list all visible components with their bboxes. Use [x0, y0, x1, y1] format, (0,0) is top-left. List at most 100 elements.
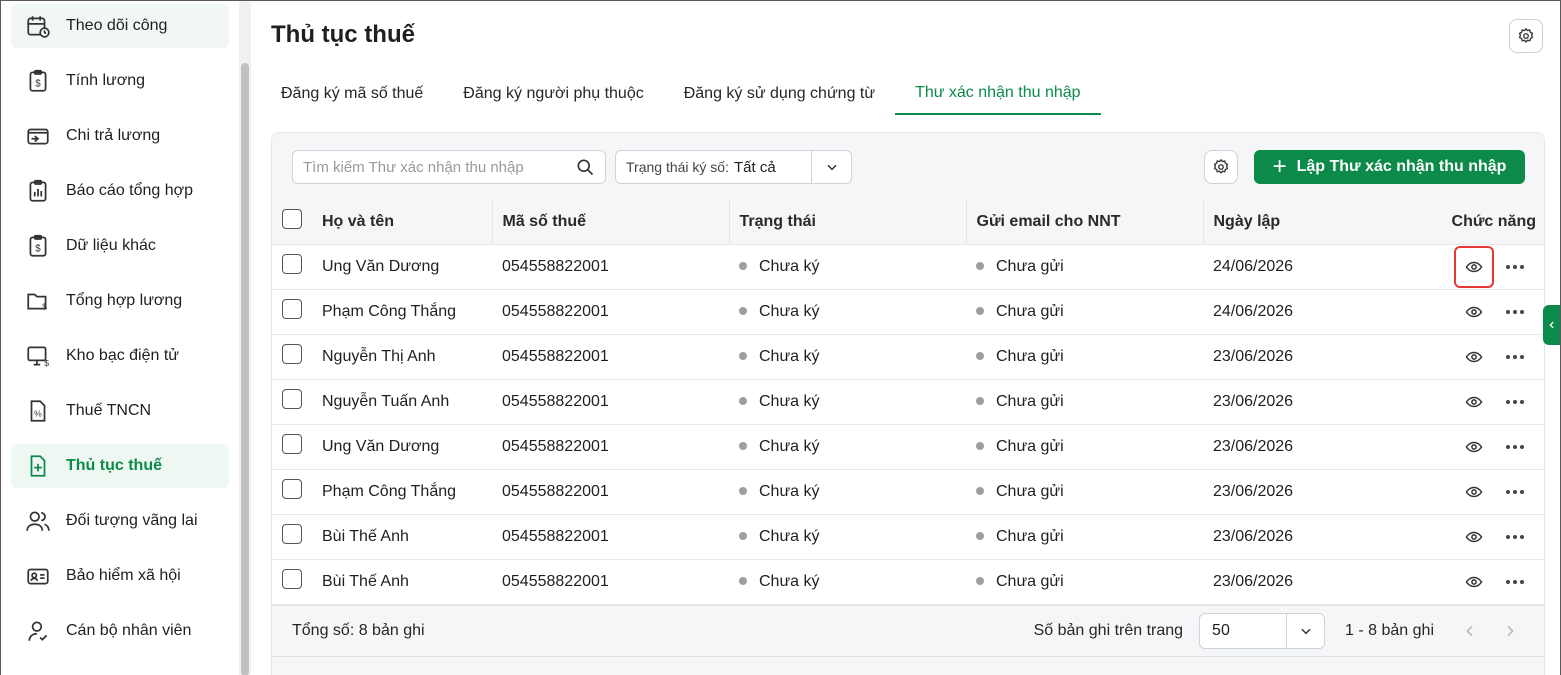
- more-options-button[interactable]: [1500, 342, 1530, 372]
- page-size-dropdown-button[interactable]: [1286, 614, 1324, 648]
- select-all-checkbox[interactable]: [282, 209, 302, 230]
- employee-icon: [25, 618, 51, 644]
- more-options-button[interactable]: [1500, 477, 1530, 507]
- salary-folder-icon: $: [25, 288, 51, 314]
- sidebar-item-chi-tra-luong[interactable]: Chi trả lương: [11, 114, 229, 158]
- row-checkbox[interactable]: [282, 524, 302, 544]
- page-size-select[interactable]: 50: [1199, 613, 1326, 649]
- sidebar-item-tinh-luong[interactable]: $ Tính lương: [11, 59, 229, 103]
- sidebar-item-kho-bac-dien-tu[interactable]: $ Kho bạc điện tử: [11, 334, 229, 378]
- cell-status: Chưa ký: [729, 334, 966, 380]
- status-dot: [976, 352, 984, 361]
- svg-text:$: $: [42, 302, 47, 312]
- status-dot: [976, 307, 984, 316]
- view-button[interactable]: [1454, 336, 1494, 378]
- header-date[interactable]: Ngày lập: [1202, 200, 1433, 245]
- cell-name: Nguyễn Thị Anh: [312, 334, 492, 380]
- search-box[interactable]: [292, 150, 606, 184]
- page-settings-button[interactable]: [1509, 19, 1543, 53]
- row-checkbox[interactable]: [282, 254, 302, 274]
- header-email[interactable]: Gửi email cho NNT: [965, 200, 1203, 245]
- sidebar-item-label: Bảo hiểm xã hội: [66, 567, 181, 584]
- row-checkbox[interactable]: [282, 479, 302, 499]
- prev-page-button[interactable]: [1456, 617, 1484, 645]
- status-dot: [739, 307, 747, 316]
- eye-icon: [1465, 351, 1483, 362]
- cell-tax-code: 054558822001: [492, 379, 729, 425]
- row-checkbox-cell: [272, 469, 312, 515]
- tab-dang-ky-su-dung-chung-tu[interactable]: Đăng ký sử dụng chứng từ: [664, 73, 895, 115]
- sidebar-item-bao-hiem-xa-hoi[interactable]: Bảo hiểm xã hội: [11, 554, 229, 598]
- tax-procedure-icon: [25, 453, 51, 479]
- sidebar-item-du-lieu-khac[interactable]: $ Dữ liệu khác: [11, 224, 229, 268]
- cell-email: Chưa gửi: [966, 289, 1203, 335]
- row-checkbox[interactable]: [282, 434, 302, 454]
- view-button[interactable]: [1454, 516, 1494, 558]
- row-checkbox[interactable]: [282, 299, 302, 319]
- row-checkbox-cell: [272, 514, 312, 560]
- sidebar-item-theo-doi-cong[interactable]: Theo dõi công: [11, 4, 229, 48]
- gear-icon: [1213, 158, 1229, 174]
- table-row[interactable]: Ung Văn Dương 054558822001 Chưa ký Chưa …: [272, 424, 1544, 470]
- header-name[interactable]: Họ và tên: [312, 200, 492, 245]
- view-button[interactable]: [1454, 291, 1494, 333]
- header-tax-code[interactable]: Mã số thuế: [491, 200, 729, 245]
- people-icon: [25, 508, 51, 534]
- more-options-button[interactable]: [1500, 387, 1530, 417]
- next-page-button[interactable]: [1496, 617, 1524, 645]
- row-checkbox[interactable]: [282, 569, 302, 589]
- table-row[interactable]: Nguyễn Tuấn Anh 054558822001 Chưa ký Chư…: [272, 379, 1544, 425]
- tab-dang-ky-ma-so-thue[interactable]: Đăng ký mã số thuế: [261, 73, 443, 115]
- more-horizontal-icon: [1506, 309, 1524, 314]
- filter-dropdown-button[interactable]: [811, 151, 851, 183]
- status-dot: [976, 442, 984, 451]
- more-options-button[interactable]: [1500, 432, 1530, 462]
- table-row[interactable]: Phạm Công Thắng 054558822001 Chưa ký Chư…: [272, 289, 1544, 335]
- row-checkbox-cell: [272, 379, 312, 425]
- tab-thu-xac-nhan-thu-nhap[interactable]: Thư xác nhận thu nhập: [895, 73, 1101, 115]
- more-options-button[interactable]: [1500, 297, 1530, 327]
- view-button[interactable]: [1454, 471, 1494, 513]
- sidebar-item-thu-tuc-thue[interactable]: Thủ tục thuế: [11, 444, 229, 488]
- status-dot: [739, 577, 747, 586]
- row-checkbox[interactable]: [282, 344, 302, 364]
- cell-actions: [1433, 244, 1544, 290]
- sidebar-item-doi-tuong-vang-lai[interactable]: Đối tượng vãng lai: [11, 499, 229, 543]
- sidebar-item-thue-tncn[interactable]: % Thuế TNCN: [11, 389, 229, 433]
- search-input[interactable]: [303, 158, 575, 176]
- cell-name: Ung Văn Dương: [312, 244, 492, 290]
- sidebar-item-bao-cao-tong-hop[interactable]: Báo cáo tổng hợp: [11, 169, 229, 213]
- view-button[interactable]: [1454, 381, 1494, 423]
- header-checkbox-cell: [272, 200, 312, 245]
- view-button[interactable]: [1454, 426, 1494, 468]
- tab-dang-ky-nguoi-phu-thuoc[interactable]: Đăng ký người phụ thuộc: [443, 73, 663, 115]
- sign-status-filter[interactable]: Trạng thái ký số: Tất cả: [615, 150, 852, 184]
- sidebar-item-can-bo-nhan-vien[interactable]: Cán bộ nhân viên: [11, 609, 229, 653]
- table-row[interactable]: Phạm Công Thắng 054558822001 Chưa ký Chư…: [272, 469, 1544, 515]
- scrollbar-thumb[interactable]: [241, 63, 249, 675]
- cell-actions: [1433, 289, 1544, 335]
- more-horizontal-icon: [1506, 444, 1524, 449]
- sidebar-scrollbar[interactable]: [239, 1, 251, 675]
- table-row[interactable]: Bùi Thế Anh 054558822001 Chưa ký Chưa gử…: [272, 559, 1544, 605]
- table-row[interactable]: Nguyễn Thị Anh 054558822001 Chưa ký Chưa…: [272, 334, 1544, 380]
- row-checkbox[interactable]: [282, 389, 302, 409]
- view-button[interactable]: [1454, 561, 1494, 603]
- sidebar-item-tong-hop-luong[interactable]: $ Tổng hợp lương: [11, 279, 229, 323]
- header-status[interactable]: Trạng thái: [728, 200, 966, 245]
- more-options-button[interactable]: [1500, 522, 1530, 552]
- panel-collapse-button[interactable]: [1543, 305, 1560, 345]
- more-options-button[interactable]: [1500, 252, 1530, 282]
- table-settings-button[interactable]: [1204, 150, 1238, 184]
- cell-name: Phạm Công Thắng: [312, 289, 492, 335]
- create-letter-button[interactable]: + Lập Thư xác nhận thu nhập: [1254, 150, 1525, 184]
- table-row[interactable]: Bùi Thế Anh 054558822001 Chưa ký Chưa gử…: [272, 514, 1544, 560]
- more-horizontal-icon: [1506, 534, 1524, 539]
- status-text: Chưa ký: [759, 437, 820, 455]
- svg-text:$: $: [35, 78, 41, 89]
- cell-status: Chưa ký: [729, 379, 966, 425]
- table-row[interactable]: Ung Văn Dương 054558822001 Chưa ký Chưa …: [272, 244, 1544, 290]
- view-button[interactable]: [1454, 245, 1494, 288]
- more-options-button[interactable]: [1500, 567, 1530, 597]
- cell-actions: [1433, 424, 1544, 470]
